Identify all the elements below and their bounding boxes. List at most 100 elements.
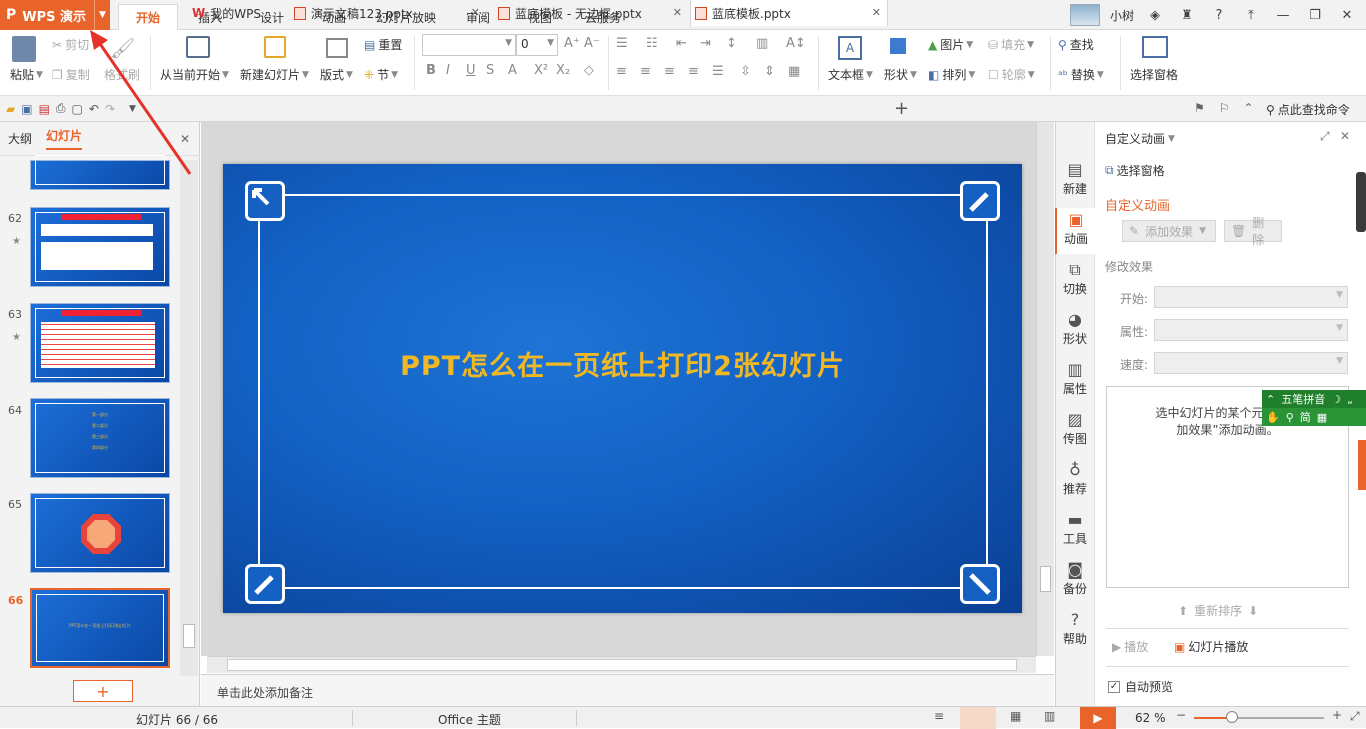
reading-view-icon[interactable]: ▥ [1044,709,1055,723]
side-tool-backup[interactable]: ◙ 备份 [1055,560,1095,597]
collapse-ribbon-icon[interactable]: ⌃ [1244,101,1254,115]
side-tool-new[interactable]: ▤ 新建 [1055,160,1095,197]
add-slide-button[interactable]: + [73,680,133,702]
user-name[interactable]: 小树 [1110,7,1134,24]
canvas-horizontal-scrollbar[interactable] [207,656,1036,673]
text-align-icon[interactable]: ⇕ [764,64,775,79]
clear-format-icon[interactable]: ◇ [584,63,594,78]
font-size-select[interactable]: 0 ▼ [516,34,558,56]
doc-tab-3[interactable]: 蓝底模板.pptx ✕ [690,0,888,26]
fit-window-icon[interactable]: ⤢ [1350,709,1360,724]
vertical-align-icon[interactable]: ⇳ [740,64,751,79]
side-tool-upload-image[interactable]: ▨ 传图 [1055,410,1095,447]
slide-thumbnail-63[interactable] [30,303,170,383]
side-tool-help[interactable]: ? 帮助 [1055,610,1095,647]
slide-canvas[interactable]: PPT怎么在一页纸上打印2张幻灯片 [223,164,1022,613]
maximize-icon[interactable]: ❐ [1304,8,1326,23]
grid-icon[interactable]: ▦ [1317,411,1327,424]
text-box-button[interactable]: 文本框 ▼ [828,66,873,83]
canvas-vertical-scrollbar[interactable] [1036,122,1054,656]
wps-menu-button[interactable]: P WPS 演示 ▼ [0,0,110,30]
find-button[interactable]: ⚲ 查找 [1058,36,1094,53]
pane-undock-icon[interactable]: ⤢ [1320,129,1330,144]
side-tool-property[interactable]: ▥ 属性 [1055,360,1095,397]
text-direction-icon[interactable]: A↕ [786,36,806,51]
section-button[interactable]: ⁜ 节 ▼ [364,66,398,83]
side-tool-animation[interactable]: ▣ 动画 [1055,208,1095,254]
text-box-icon[interactable]: A [838,36,862,60]
pane-close-icon[interactable]: ✕ [1340,129,1350,143]
font-name-select[interactable]: ▼ [422,34,516,56]
side-tool-tools[interactable]: ▬ 工具 [1055,510,1095,547]
justify-icon[interactable]: ≡ [688,64,699,79]
normal-view-icon[interactable] [960,707,996,729]
copy-button[interactable]: ❐ 复制 [52,66,90,83]
smartart-icon[interactable]: ▦ [788,64,800,79]
slide-thumbnail-66[interactable]: PPT怎么在一页纸上打印2张幻灯片 [30,588,170,668]
italic-icon[interactable]: I [446,63,450,78]
doc-tab-2[interactable]: 蓝底模板 - 无边框.pptx ✕ [494,0,688,26]
replace-button[interactable]: ᵃᵇ 替换 ▼ [1058,66,1104,83]
select-pane-link[interactable]: ⧉ 选择窗格 [1105,162,1165,179]
increase-indent-icon[interactable]: ⇥ [700,36,711,51]
start-select[interactable]: ▼ [1154,286,1348,308]
close-tab-icon[interactable]: ✕ [673,6,682,19]
add-effect-button[interactable]: ✎ 添加效果 ▼ [1122,220,1216,242]
sorter-view-icon[interactable]: ▦ [1010,709,1021,723]
grow-font-icon[interactable]: A⁺ [564,36,580,51]
search-icon[interactable]: ⚲ [1286,411,1294,424]
scrollbar-thumb[interactable] [1040,566,1051,592]
align-center-icon[interactable]: ≡ [640,64,651,79]
minimize-icon[interactable]: — [1272,8,1294,23]
slide-title[interactable]: PPT怎么在一页纸上打印2张幻灯片 [223,344,1022,383]
side-expand-tab[interactable] [1358,440,1366,490]
slide-thumbnail-64[interactable]: 第一部分 第二部分 第三部分 第四部分 [30,398,170,478]
ime-toolbar[interactable]: ⌃ 五笔拼音 ☽ „ ✋ ⚲ 简 ▦ [1262,390,1366,426]
move-down-icon[interactable]: ⬇ [1248,604,1258,618]
bold-icon[interactable]: B [426,63,436,78]
align-right-icon[interactable]: ≡ [664,64,675,79]
new-slide-button[interactable]: 新建幻灯片 ▼ [240,66,309,83]
pane-header-dropdown[interactable]: 自定义动画 ▼ [1105,130,1175,147]
hand-icon[interactable]: ✋ [1266,411,1280,424]
cut-button[interactable]: ✂ 剪切 [52,36,89,53]
paste-button[interactable]: 粘贴 ▼ [10,66,43,83]
new-slide-icon[interactable] [264,36,286,58]
zoom-out-icon[interactable]: − [1176,708,1186,722]
paste-icon[interactable] [12,36,36,62]
select-pane-button[interactable]: 选择窗格 [1130,66,1178,83]
ime-mode[interactable]: 简 [1300,409,1311,425]
doc-tab-1[interactable]: 演示文稿123.pptx ✕ [290,0,486,26]
select-pane-icon[interactable] [1142,36,1168,58]
zoom-slider-thumb[interactable] [1226,711,1238,723]
play-button[interactable]: ▶ 播放 [1112,638,1148,655]
close-icon[interactable]: ✕ [1336,8,1358,23]
line-spacing-icon[interactable]: ↕ [726,36,737,51]
open-folder-icon[interactable]: ▰ [6,102,15,116]
shape-icon[interactable] [890,38,906,54]
zoom-level[interactable]: 62 % [1135,711,1166,725]
ime-expand-icon[interactable]: ⌃ [1266,393,1275,406]
format-icon[interactable]: ⚐ [1219,101,1230,115]
moon-icon[interactable]: ☽ [1331,393,1341,406]
font-color-icon[interactable]: A [508,63,517,78]
side-handle[interactable] [1356,172,1366,232]
slide-thumbnail-62[interactable] [30,207,170,287]
subscript-icon[interactable]: X₂ [556,63,570,78]
punct-icon[interactable]: „ [1347,393,1353,406]
align-left-icon[interactable]: ≡ [616,64,627,79]
wps-menu-dropdown-icon[interactable]: ▼ [94,0,110,30]
arrange-button[interactable]: ◧ 排列 ▼ [928,66,975,83]
slide-thumbnail-65[interactable] [30,493,170,573]
play-slideshow-icon[interactable]: ▶ [1080,707,1116,729]
autopreview-checkbox[interactable]: ✓ 自动预览 [1108,678,1173,695]
outline-button[interactable]: ☐ 轮廓 ▼ [988,66,1035,83]
shrink-font-icon[interactable]: A⁻ [584,36,600,51]
scrollbar-thumb[interactable] [183,624,195,648]
print-preview-icon[interactable]: ▢ [72,102,83,116]
restore-ribbon-icon[interactable]: ⤒ [1240,8,1262,23]
picture-button[interactable]: ▲ 图片 ▼ [928,36,973,53]
shadow-icon[interactable]: S [486,63,494,78]
notes-pane[interactable]: 单击此处添加备注 [201,674,1054,706]
command-search[interactable]: ⚲ 点此查找命令 [1266,101,1350,118]
